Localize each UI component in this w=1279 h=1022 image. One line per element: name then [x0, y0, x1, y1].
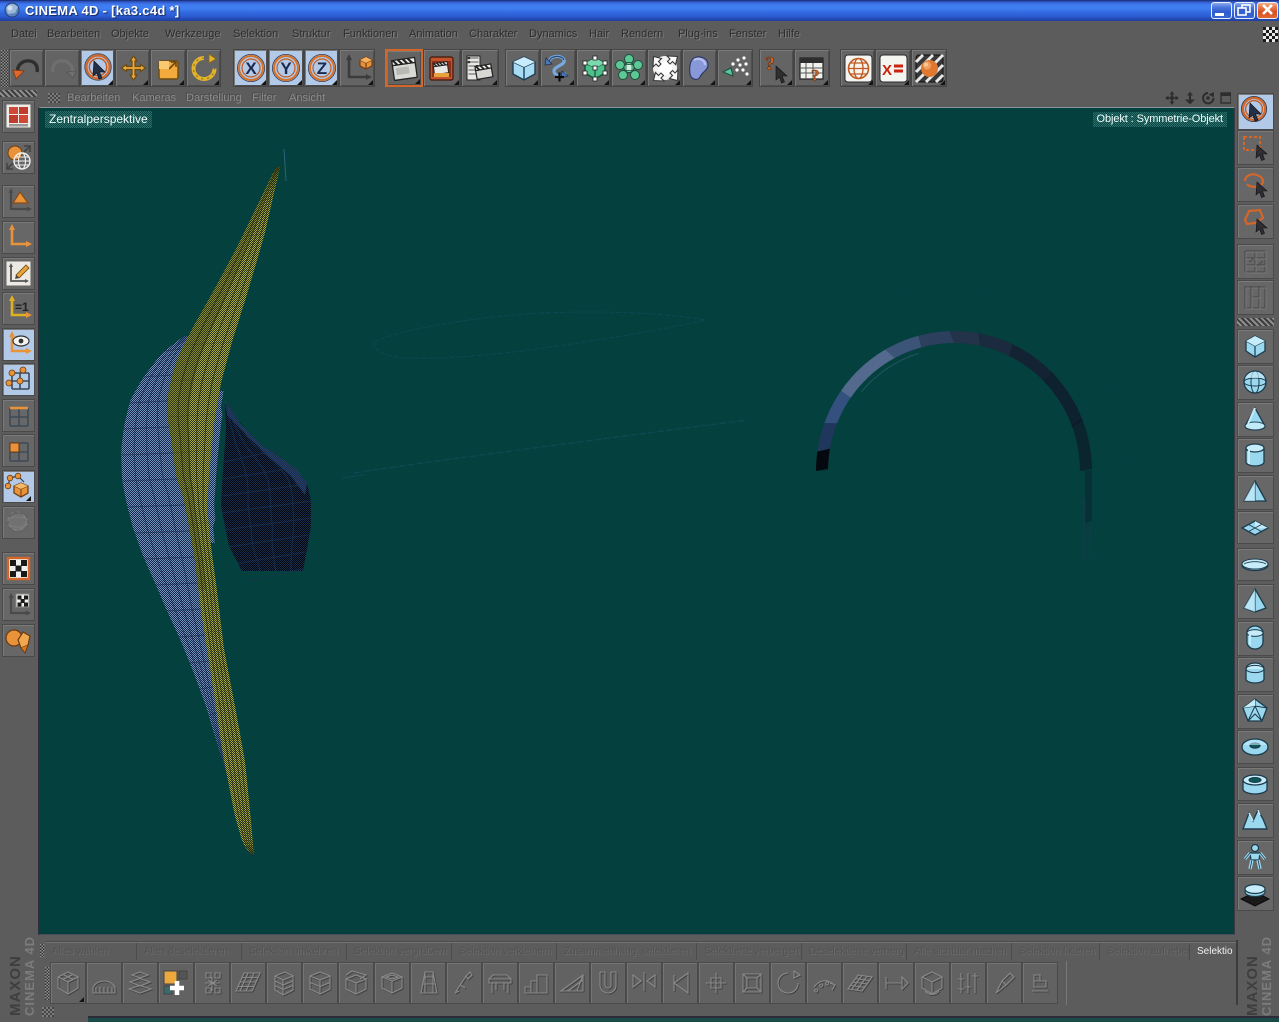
svg-text:X: X: [245, 59, 257, 78]
svg-text:Y: Y: [280, 59, 292, 78]
svg-text:?: ?: [765, 53, 775, 75]
svg-text:X: X: [882, 62, 892, 79]
svg-text:=1: =1: [15, 300, 29, 314]
svg-text:?: ?: [811, 66, 820, 85]
svg-text:Z: Z: [317, 59, 327, 78]
